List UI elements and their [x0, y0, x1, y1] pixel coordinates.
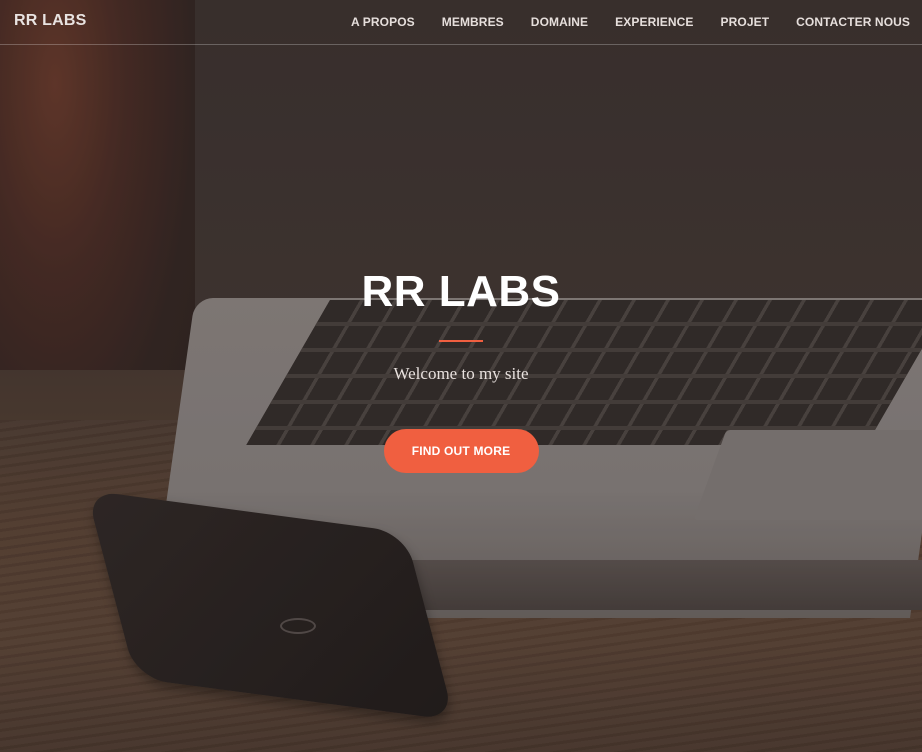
- hero-title: RR LABS: [361, 267, 561, 316]
- nav-links: A PROPOS MEMBRES DOMAINE EXPERIENCE PROJ…: [324, 15, 910, 29]
- nav-link-a-propos[interactable]: A PROPOS: [351, 15, 415, 29]
- brand-logo-link[interactable]: RR LABS: [14, 12, 87, 30]
- nav-link-projet[interactable]: PROJET: [721, 15, 770, 29]
- nav-link-membres[interactable]: MEMBRES: [442, 15, 504, 29]
- nav-link-contacter-nous[interactable]: CONTACTER NOUS: [796, 15, 910, 29]
- title-divider: [439, 340, 483, 342]
- nav-link-experience[interactable]: EXPERIENCE: [615, 15, 693, 29]
- top-navbar: RR LABS A PROPOS MEMBRES DOMAINE EXPERIE…: [0, 0, 922, 45]
- nav-link-domaine[interactable]: DOMAINE: [531, 15, 588, 29]
- find-out-more-button[interactable]: FIND OUT MORE: [383, 429, 539, 473]
- hero-content: RR LABS Welcome to my site FIND OUT MORE: [0, 262, 922, 473]
- hero-section: RR LABS A PROPOS MEMBRES DOMAINE EXPERIE…: [0, 0, 922, 752]
- hero-subtitle: Welcome to my site: [393, 364, 529, 383]
